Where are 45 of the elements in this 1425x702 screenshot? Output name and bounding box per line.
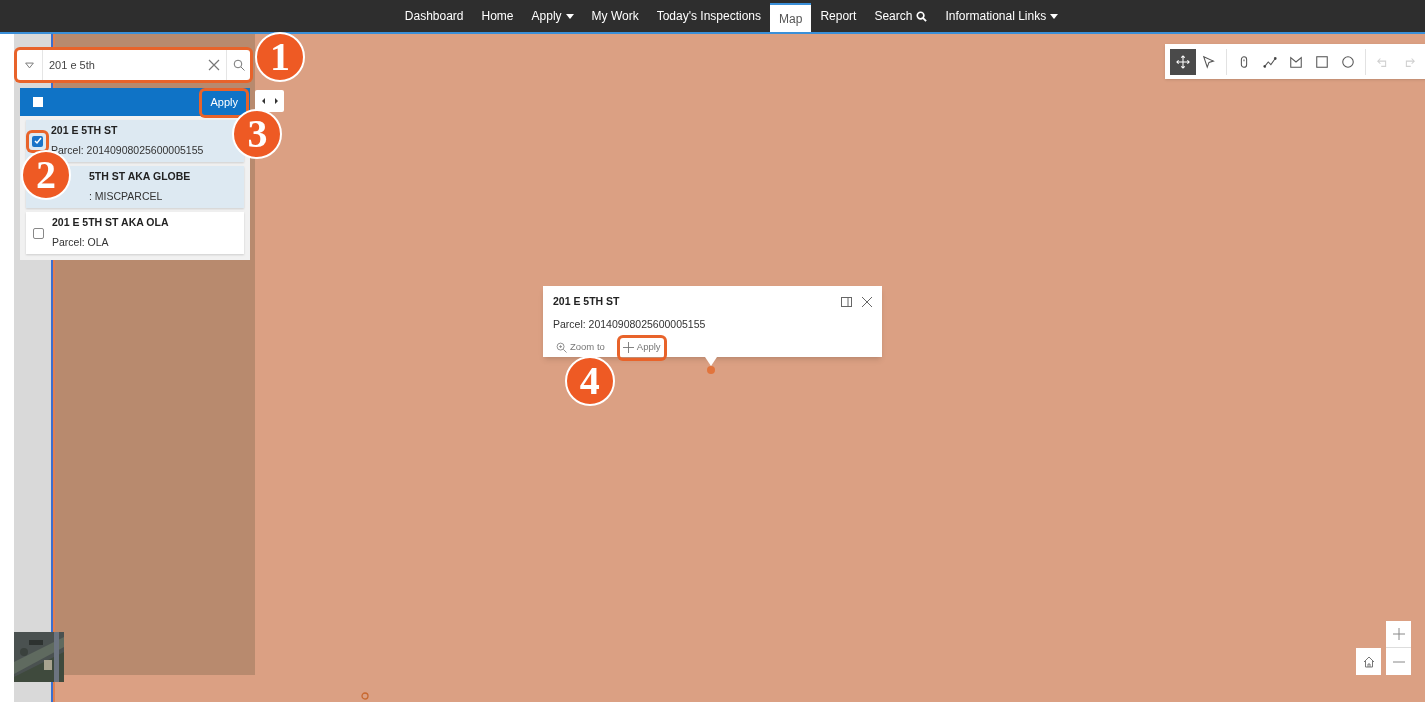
nav-tab[interactable]: Today's Inspections [647,0,771,32]
search-value: 201 e 5th [48,57,96,73]
result-title: 201 E 5TH ST AKA OLA [52,215,169,231]
apply-button[interactable]: Apply [202,90,246,115]
result-row[interactable]: 201 E 5TH ST Parcel: 20140908025600005155 [26,120,244,162]
popup-action[interactable]: Apply [619,337,664,358]
nav-tab[interactable]: Map [770,3,812,32]
zoom-icon [556,342,567,353]
caret-icon [1050,13,1059,19]
result-row[interactable]: 201 E 5TH ST AKA OLA Parcel: OLA [26,212,244,254]
home-button[interactable] [1356,648,1381,675]
check-icon [33,137,42,145]
nav-tab[interactable]: Home [472,0,523,32]
plus-icon [1392,628,1405,640]
arrows-icon [261,98,278,104]
nav-tab[interactable]: My Work [582,0,648,32]
home-icon [1362,655,1375,668]
checkbox[interactable] [32,135,43,147]
popup-subtitle: Parcel: 20140908025600005155 [553,316,707,332]
checkbox[interactable] [33,227,44,239]
nav-tab[interactable]: Informational Links [936,0,1068,32]
popup-action[interactable]: Zoom to [553,337,608,358]
search-field[interactable]: 201 e 5th [17,50,250,80]
tool-button[interactable] [1170,48,1196,75]
map-point [361,692,369,700]
search-icon [916,10,928,22]
search-icon[interactable] [232,59,245,71]
result-subtitle: Parcel: OLA [52,235,110,250]
panel-toggle-button[interactable] [255,90,284,112]
result-title: 5TH ST AKA GLOBE [89,169,191,185]
close-icon[interactable] [208,59,220,71]
nav-tab[interactable]: Dashboard [395,0,473,32]
popup-title: 201 E 5TH ST [553,294,620,309]
select-all-checkbox[interactable] [33,97,43,107]
plus-icon [622,342,634,353]
result-subtitle: Parcel: 20140908025600005155 [51,143,204,158]
nav-tab[interactable]: Apply [522,0,583,32]
close-icon[interactable] [862,296,872,307]
result-title: 201 E 5TH ST [51,123,119,139]
nav-tab[interactable]: Report [811,0,866,32]
nav-tab[interactable]: Search [865,0,937,32]
dock-icon[interactable] [841,296,852,307]
minus-icon [1392,660,1405,663]
caret-icon [565,13,574,19]
result-subtitle: : MISCPARCEL [89,189,164,204]
